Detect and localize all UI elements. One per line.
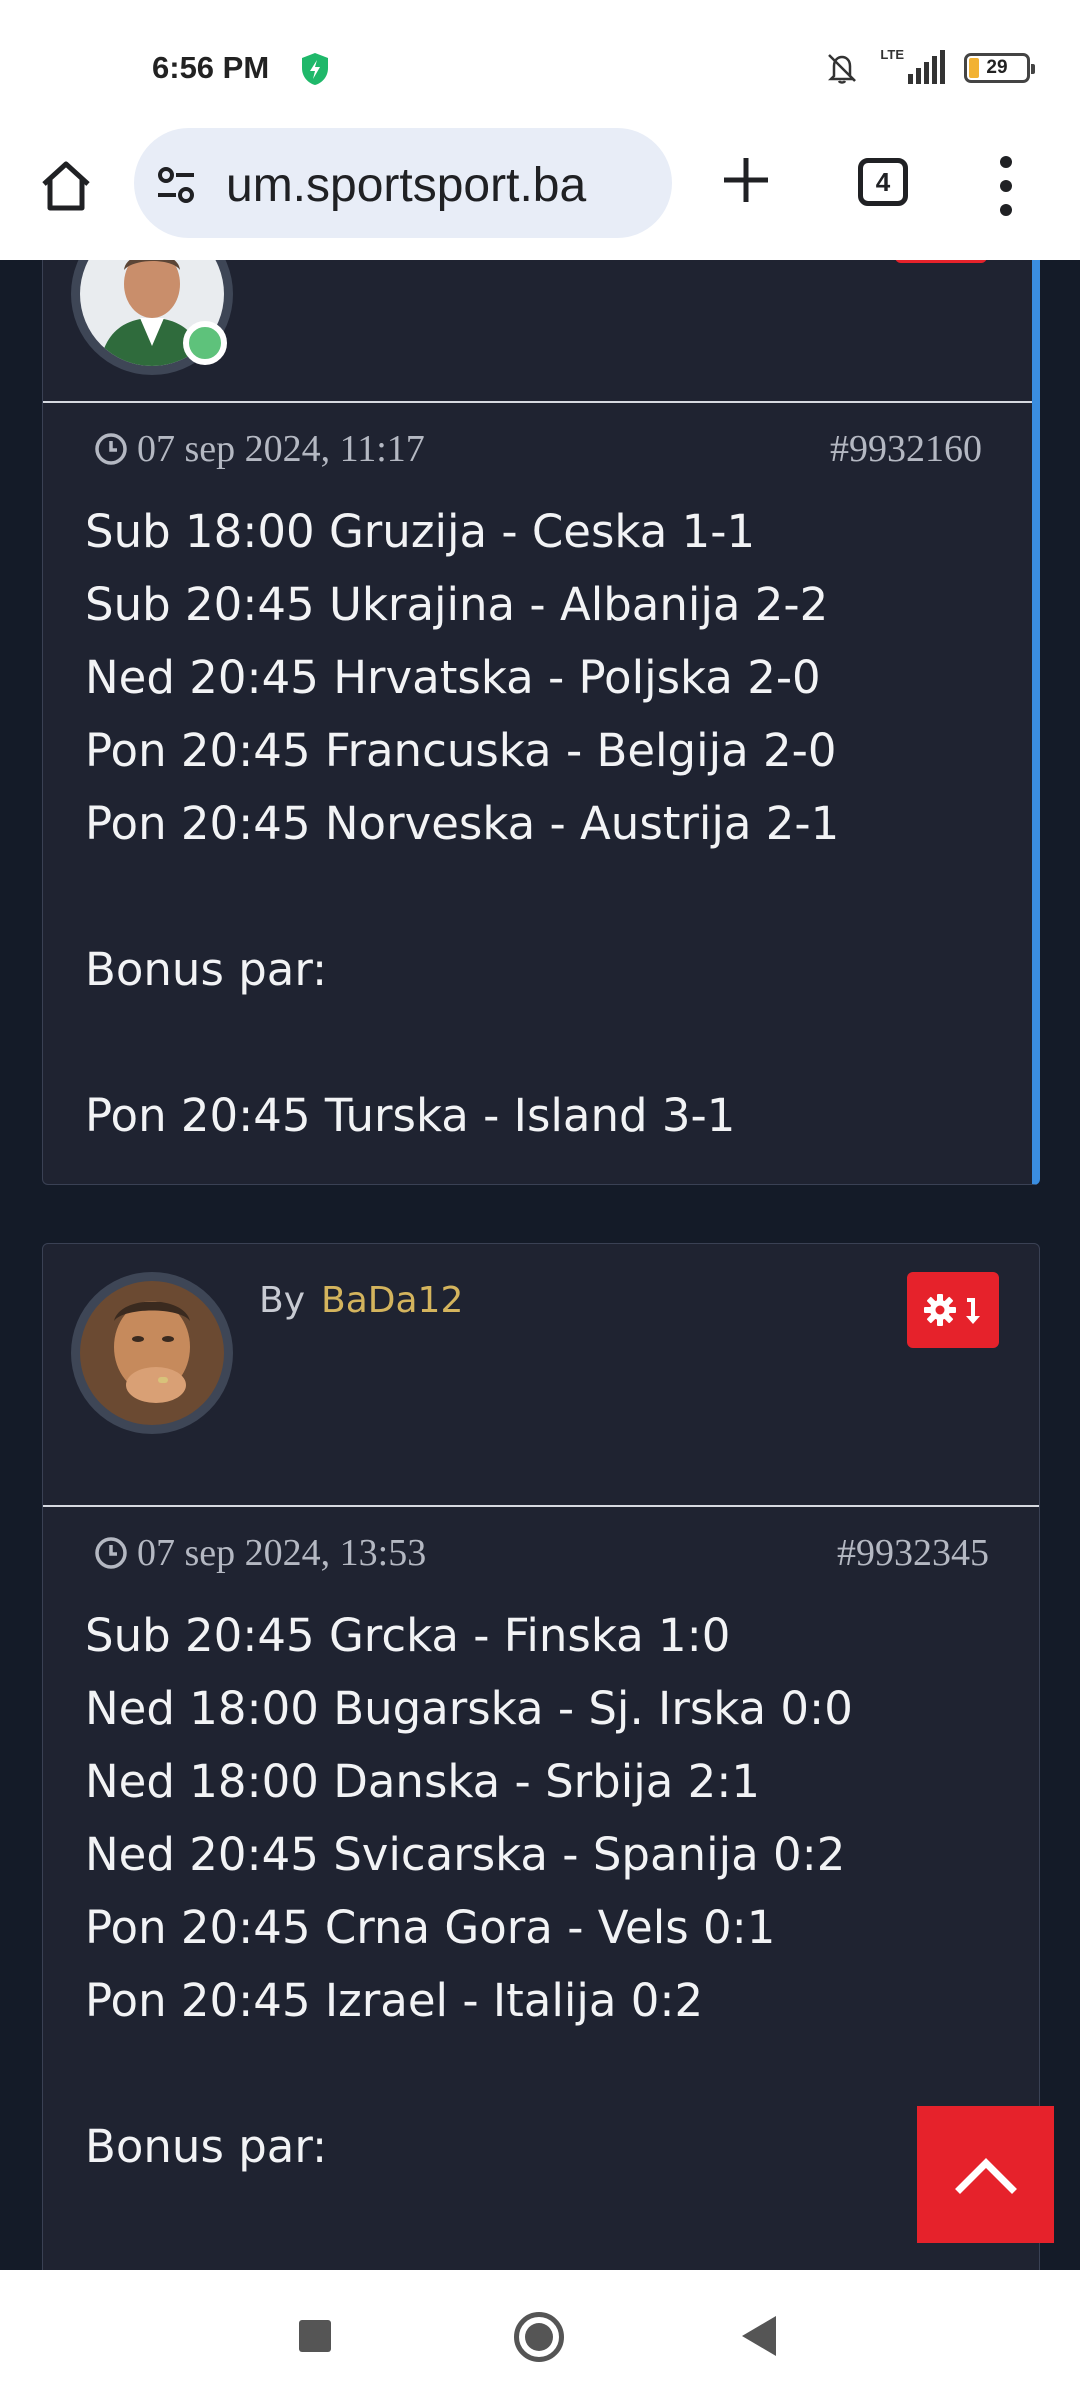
online-status-indicator — [183, 321, 227, 365]
post-line: Ned 20:45 Hrvatska - Poljska 2-0 — [85, 651, 821, 704]
by-label: By — [259, 1280, 306, 1321]
post-line — [85, 2183, 997, 2256]
status-bar: 6:56 PM LTE 29 — [0, 0, 1080, 120]
home-circle-dot — [525, 2323, 553, 2351]
post-id-link[interactable]: #9932160 — [830, 427, 982, 471]
shield-icon — [302, 53, 328, 85]
avatar-photo — [80, 1281, 224, 1425]
post-header — [43, 260, 1032, 403]
post-line: Bonus par: — [85, 2120, 328, 2173]
post-id-link[interactable]: #9932345 — [837, 1531, 989, 1575]
status-right-icons: LTE 29 — [822, 48, 1035, 88]
post-line — [85, 860, 990, 933]
recent-apps-icon[interactable] — [299, 2320, 331, 2352]
post-line: Pon 20:45 Turska - Island 3-1 — [85, 1089, 736, 1142]
avatar[interactable] — [71, 1272, 233, 1434]
signal-icon — [908, 50, 945, 84]
post-line: Ned 18:00 Danska - Srbija 2:1 — [85, 1755, 761, 1808]
caret-down-icon — [966, 1298, 980, 1324]
menu-dot — [1000, 180, 1012, 192]
network-type-label: LTE — [880, 47, 904, 62]
author-line: By BaDa12 — [259, 1280, 463, 1321]
post-body: Sub 18:00 Gruzija - Ceska 1-1 Sub 20:45 … — [43, 489, 1032, 1152]
moderation-button[interactable] — [907, 1272, 999, 1348]
post-line: Bonus par: — [85, 943, 328, 996]
status-time: 6:56 PM — [152, 50, 270, 85]
post-header: By BaDa12 — [43, 1244, 1039, 1507]
post-meta: 07 sep 2024, 11:17 #9932160 — [43, 403, 1032, 489]
system-nav-bar — [0, 2270, 1080, 2400]
home-circle-icon[interactable] — [514, 2312, 564, 2362]
clock-icon — [95, 1537, 127, 1569]
new-tab-icon[interactable] — [716, 150, 776, 210]
avatar-image — [80, 1281, 224, 1425]
post-line: Sub 20:45 Grcka - Finska 1:0 — [85, 1609, 731, 1662]
post-line: Pon 20:45 Norveska - Austrija 2-1 — [85, 797, 840, 850]
post-line: Pon 20:45 Turska - Island 2:0 — [85, 2256, 997, 2270]
post-line — [85, 2037, 997, 2110]
battery-level: 29 — [986, 57, 1008, 78]
post-line: Ned 20:45 Svicarska - Spanija 0:2 — [85, 1828, 846, 1881]
battery-icon: 29 — [964, 53, 1035, 83]
forum-post: 07 sep 2024, 11:17 #9932160 Sub 18:00 Gr… — [42, 260, 1040, 1185]
forum-post: By BaDa12 07 sep 2024, 13:53 #9932345 Su… — [42, 1243, 1040, 2270]
cellular-group: LTE — [880, 48, 946, 88]
post-date-text: 07 sep 2024, 13:53 — [137, 1532, 427, 1574]
post-line — [85, 1006, 990, 1079]
page-content: 07 sep 2024, 11:17 #9932160 Sub 18:00 Gr… — [0, 260, 1080, 2270]
post-date: 07 sep 2024, 11:17 — [93, 427, 425, 471]
battery-fill — [969, 58, 979, 78]
menu-dot — [1000, 204, 1012, 216]
scroll-to-top-button[interactable] — [917, 2106, 1054, 2243]
url-text: um.sportsport.ba — [226, 159, 587, 212]
tab-count: 4 — [875, 166, 891, 197]
post-line: Pon 20:45 Crna Gora - Vels 0:1 — [85, 1901, 776, 1954]
site-settings-icon[interactable] — [154, 163, 198, 207]
browser-toolbar: um.sportsport.ba 4 — [0, 120, 1080, 260]
clock-icon — [95, 433, 127, 465]
post-line: Sub 18:00 Gruzija - Ceska 1-1 — [85, 505, 756, 558]
post-date: 07 sep 2024, 13:53 — [93, 1531, 426, 1575]
author-link[interactable]: BaDa12 — [321, 1280, 463, 1321]
chevron-up-icon — [954, 2157, 1017, 2194]
moderation-button[interactable] — [895, 260, 987, 263]
post-line: Pon 20:45 Izrael - Italija 0:2 — [85, 1974, 704, 2027]
post-line: Sub 20:45 Ukrajina - Albanija 2-2 — [85, 578, 829, 631]
post-line: Ned 18:00 Bugarska - Sj. Irska 0:0 — [85, 1682, 853, 1735]
home-icon[interactable] — [36, 156, 96, 216]
post-date-text: 07 sep 2024, 11:17 — [137, 428, 425, 470]
tab-switcher-button[interactable]: 4 — [858, 158, 908, 206]
back-triangle-icon[interactable] — [742, 2316, 776, 2356]
post-line: Pon 20:45 Francuska - Belgija 2-0 — [85, 724, 837, 777]
gear-icon — [924, 1294, 956, 1326]
post-meta: 07 sep 2024, 13:53 #9932345 — [43, 1507, 1039, 1593]
menu-dot — [1000, 156, 1012, 168]
mute-bell-icon — [828, 54, 857, 84]
post-body: Sub 20:45 Grcka - Finska 1:0 Ned 18:00 B… — [43, 1593, 1039, 2270]
address-bar[interactable]: um.sportsport.ba — [134, 128, 672, 238]
menu-icon[interactable] — [996, 156, 1016, 216]
